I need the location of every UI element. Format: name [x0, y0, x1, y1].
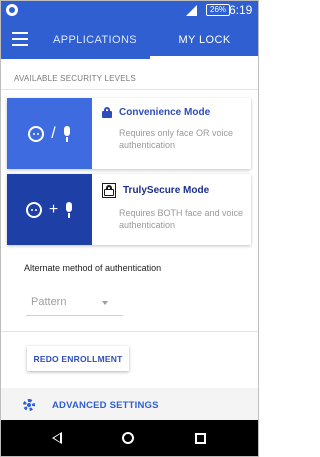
- security-levels-heading: AVAILABLE SECURITY LEVELS: [14, 74, 136, 83]
- face-icon: [25, 201, 42, 218]
- microphone-icon: [63, 125, 71, 142]
- gear-icon: [23, 399, 35, 411]
- app-bar: APPLICATIONS MY LOCK: [0, 20, 259, 59]
- clock: 6:19: [229, 3, 253, 17]
- trulysecure-mode-card[interactable]: + TrulySecure Mode Requires BOTH face an…: [7, 174, 251, 245]
- battery-indicator: 26%: [206, 4, 231, 16]
- recent-apps-icon[interactable]: [195, 433, 206, 444]
- tab-my-lock[interactable]: MY LOCK: [150, 20, 259, 59]
- app-notification-icon: [6, 4, 18, 16]
- advanced-settings-label: ADVANCED SETTINGS: [52, 400, 159, 411]
- tab-selected-indicator: [150, 56, 259, 59]
- status-bar: 26% 6:19: [0, 0, 259, 20]
- lock-outline-icon: [102, 183, 116, 198]
- trulysecure-mode-title: TrulySecure Mode: [123, 185, 210, 196]
- system-navigation-bar: [0, 420, 259, 457]
- face-icon: [28, 125, 45, 142]
- operator-label: /: [51, 124, 56, 142]
- home-icon[interactable]: [122, 432, 134, 444]
- alternate-method-label: Alternate method of authentication: [24, 263, 162, 273]
- convenience-mode-card[interactable]: / Convenience Mode Requires only face OR…: [7, 98, 251, 169]
- back-icon[interactable]: [52, 432, 62, 444]
- trulysecure-mode-visual: +: [7, 174, 92, 245]
- convenience-mode-visual: /: [7, 98, 92, 169]
- convenience-mode-title: Convenience Mode: [119, 107, 211, 118]
- redo-enrollment-button[interactable]: REDO ENROLLMENT: [27, 346, 129, 371]
- signal-icon: [186, 5, 197, 16]
- dropdown-selected-value: Pattern: [31, 296, 67, 308]
- convenience-mode-description: Requires only face OR voice authenticati…: [119, 128, 234, 150]
- lock-icon: [102, 107, 112, 118]
- advanced-settings-row[interactable]: ADVANCED SETTINGS: [0, 388, 259, 420]
- alternate-method-dropdown[interactable]: Pattern: [26, 290, 123, 316]
- menu-icon[interactable]: [12, 32, 28, 46]
- operator-label: +: [48, 200, 59, 218]
- microphone-icon: [65, 201, 73, 218]
- divider: [0, 331, 259, 332]
- tab-applications[interactable]: APPLICATIONS: [40, 20, 150, 59]
- trulysecure-mode-description: Requires BOTH face and voice authenticat…: [119, 208, 244, 230]
- caret-down-icon: [102, 301, 108, 305]
- divider: [0, 89, 259, 90]
